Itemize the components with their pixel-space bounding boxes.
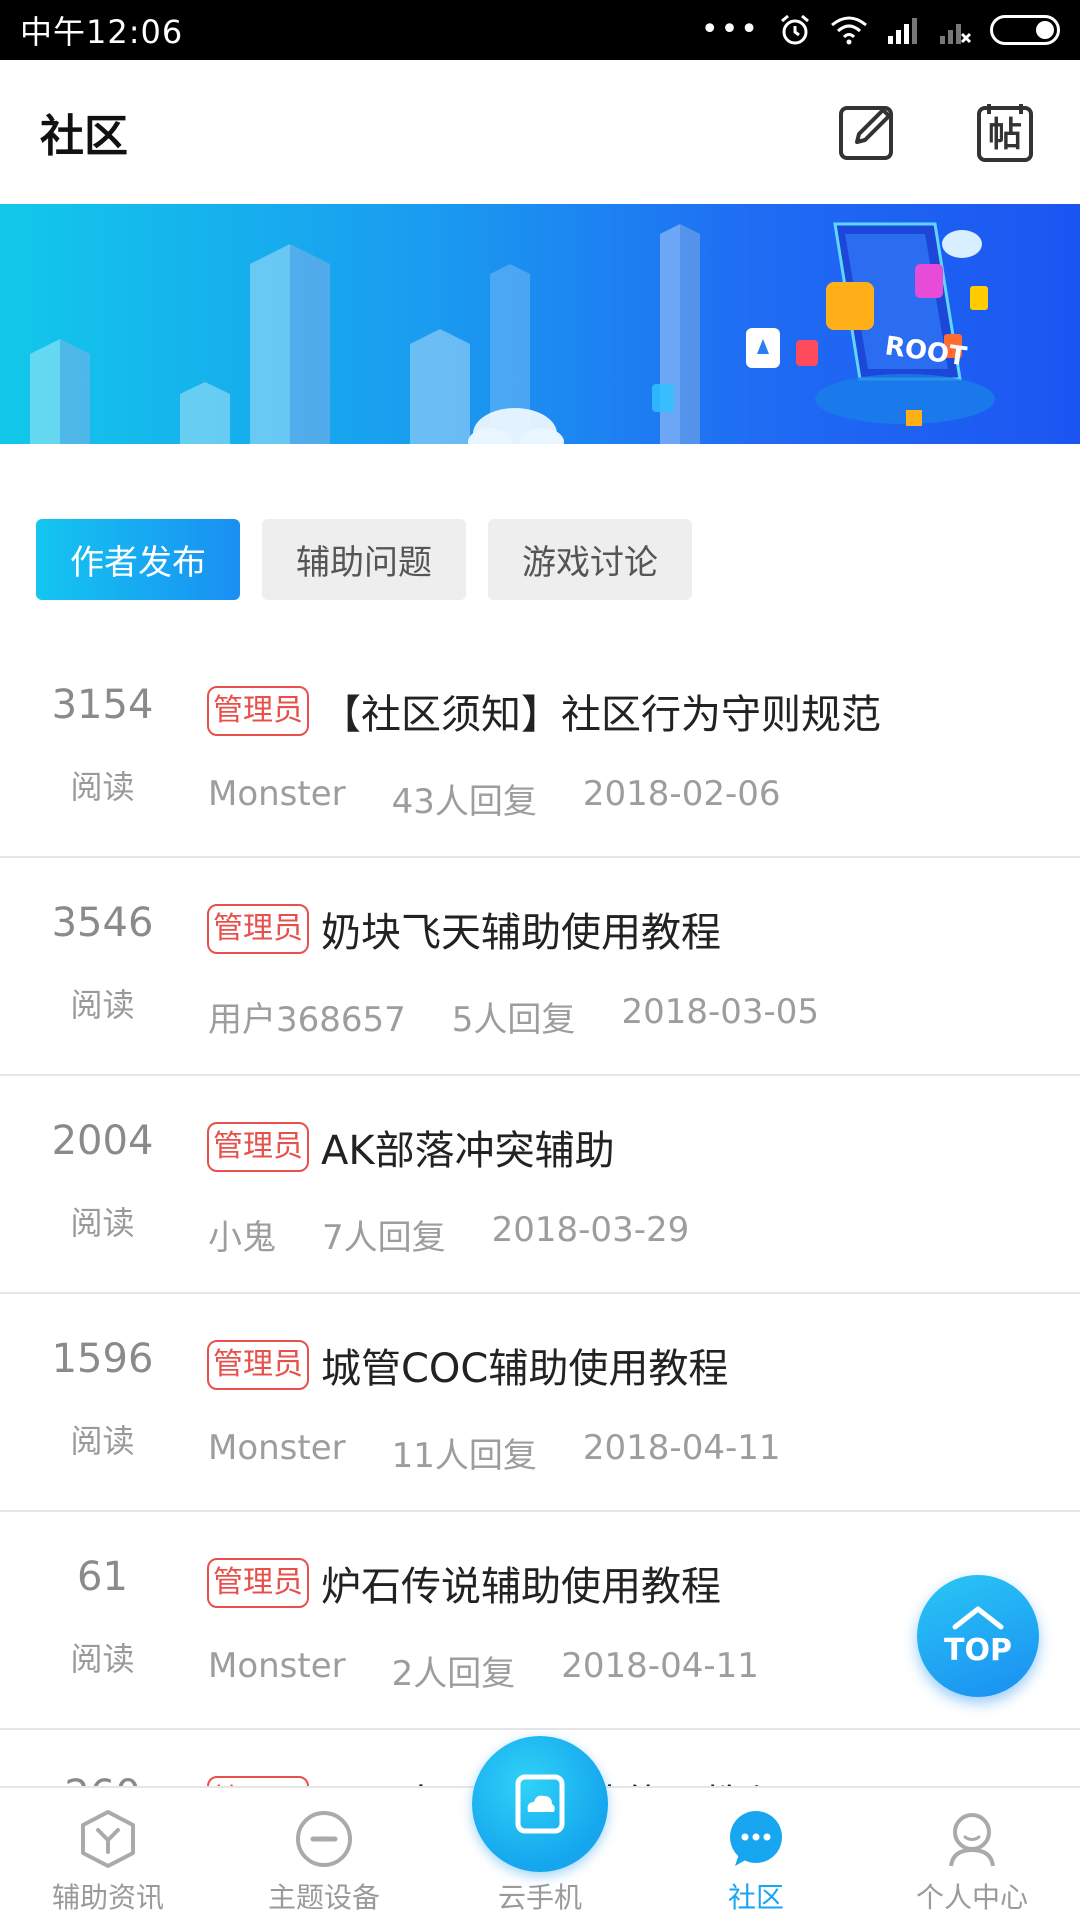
edit-icon (839, 106, 893, 160)
my-posts-button[interactable]: 帖 (970, 97, 1040, 167)
battery-icon (990, 15, 1060, 45)
post-list: 3154 阅读 管理员 【社区须知】社区行为守则规范 Monster 43人回复 2018-… (0, 640, 1080, 1920)
post-title: 炉石传说辅助使用教程 (321, 1564, 721, 1610)
tab-0[interactable]: 作者发布 (36, 519, 240, 600)
read-count: 3154 (51, 682, 154, 728)
admin-badge: 管理员 (207, 904, 309, 954)
post-title-row: 管理员 【社区须知】社区行为守则规范 (207, 682, 881, 740)
post-row[interactable]: 2004 阅读 管理员 AK部落冲突辅助小鬼 7人回复 2018-03-29 (0, 1076, 1080, 1294)
compose-button[interactable] (832, 97, 902, 167)
post-icon: 帖 (977, 104, 1033, 162)
post-meta: 用户368657 5人回复 2018-03-05 (208, 992, 819, 1041)
post-title-row: 管理员 城管COC辅助使用教程 (207, 1336, 728, 1394)
alarm-icon (781, 14, 809, 45)
post-meta: Monster 43人回复 2018-02-06 (208, 774, 781, 823)
post-date: 2018-04-11 (561, 1646, 759, 1686)
admin-badge: 管理员 (207, 1122, 309, 1172)
admin-badge: 管理员 (207, 686, 309, 736)
post-title-row: 管理员 炉石传说辅助使用教程 (207, 1554, 721, 1612)
post-date: 2018-04-11 (582, 1428, 781, 1468)
nav-item-personal-center[interactable]: 个人中心 (864, 1788, 1080, 1920)
status-bar: 中午12:06 ••• (0, 0, 1080, 60)
nav-label: 社区 (727, 1881, 784, 1914)
read-count: 2004 (51, 1118, 154, 1164)
header-actions: 帖 (832, 97, 1040, 167)
post-replies: 2人回复 (391, 1654, 516, 1694)
post-author: Monster (208, 774, 346, 814)
post-date: 2018-03-05 (621, 992, 820, 1032)
status-time: 中午12:06 (20, 13, 184, 51)
nav-label: 云手机 (497, 1881, 582, 1914)
post-row[interactable]: 3546 阅读 管理员 奶块飞天辅助使用教程用户368657 5人回复 2018-03-0… (0, 858, 1080, 1076)
post-row[interactable]: 3154 阅读 管理员 【社区须知】社区行为守则规范 Monster 43人回复 2018-… (0, 640, 1080, 858)
app-header: 社区 帖 (0, 60, 1080, 204)
admin-badge: 管理员 (207, 1340, 309, 1390)
post-date: 2018-03-29 (491, 1210, 690, 1250)
post-replies: 5人回复 (451, 1000, 576, 1040)
post-replies: 43人回复 (391, 782, 537, 822)
promo-banner[interactable]: ROOT (0, 204, 1080, 444)
post-title: 城管COC辅助使用教程 (321, 1346, 729, 1392)
nav-item-community[interactable]: 社区 (648, 1788, 864, 1920)
chevron-up-icon (952, 1606, 1004, 1629)
status-icons: ••• (701, 13, 1060, 47)
person-icon (949, 1813, 995, 1867)
read-label: 阅读 (70, 1204, 135, 1242)
post-meta: 小鬼 7人回复 2018-03-29 (208, 1210, 689, 1259)
post-title: AK部落冲突辅助 (321, 1128, 615, 1174)
post-author: 用户368657 (208, 1000, 406, 1040)
nav-label: 主题设备 (267, 1881, 380, 1914)
post-title-row: 管理员 AK部落冲突辅助 (207, 1118, 615, 1176)
post-author: 小鬼 (208, 1218, 276, 1258)
scroll-top-label: TOP (944, 1632, 1012, 1668)
nav-label: 辅助资讯 (51, 1881, 164, 1914)
post-author: Monster (208, 1428, 346, 1468)
tab-2[interactable]: 游戏讨论 (488, 519, 692, 600)
banner-illustration: ROOT (30, 222, 995, 444)
tab-1[interactable]: 辅助问题 (262, 519, 466, 600)
post-icon-glyph: 帖 (988, 115, 1022, 155)
read-label: 阅读 (70, 986, 135, 1024)
page-title: 社区 (40, 111, 128, 162)
post-title: 【社区须知】社区行为守则规范 (321, 692, 881, 738)
read-count: 1596 (51, 1336, 154, 1382)
read-count: 61 (77, 1554, 128, 1600)
post-replies: 11人回复 (391, 1436, 537, 1476)
post-meta: Monster 11人回复 2018-04-11 (208, 1428, 781, 1477)
read-label: 阅读 (70, 768, 135, 806)
post-replies: 7人回复 (322, 1218, 446, 1258)
read-label: 阅读 (70, 1640, 135, 1678)
cloud-phone-icon (515, 1774, 565, 1834)
cloud-phone-button[interactable] (472, 1736, 608, 1872)
more-dots-icon: ••• (700, 12, 760, 47)
post-row[interactable]: 1596 阅读 管理员 城管COC辅助使用教程 Monster 11人回复 2018-04-… (0, 1294, 1080, 1512)
post-title-row: 管理员 奶块飞天辅助使用教程 (207, 900, 721, 958)
admin-badge: 管理员 (207, 1558, 309, 1608)
category-tabs: 作者发布 辅助问题 游戏讨论 (36, 519, 692, 600)
scroll-top-button[interactable]: TOP (917, 1575, 1039, 1697)
signal-icon (888, 18, 917, 44)
post-meta: Monster 2人回复 2018-04-11 (208, 1646, 759, 1695)
shield-y-icon (81, 1810, 135, 1868)
post-author: Monster (208, 1646, 346, 1686)
signal-off-icon (940, 24, 972, 44)
post-title: 奶块飞天辅助使用教程 (321, 910, 721, 956)
post-date: 2018-02-06 (582, 774, 781, 814)
read-label: 阅读 (70, 1422, 135, 1460)
nav-item-theme-device[interactable]: 主题设备 (216, 1788, 432, 1920)
read-count: 3546 (51, 900, 154, 946)
nav-item-assist-news[interactable]: 辅助资讯 (0, 1788, 216, 1920)
nav-label: 个人中心 (915, 1881, 1028, 1914)
wifi-icon (831, 16, 867, 45)
minus-circle-icon (296, 1811, 352, 1867)
chat-bubble-icon (730, 1811, 782, 1866)
